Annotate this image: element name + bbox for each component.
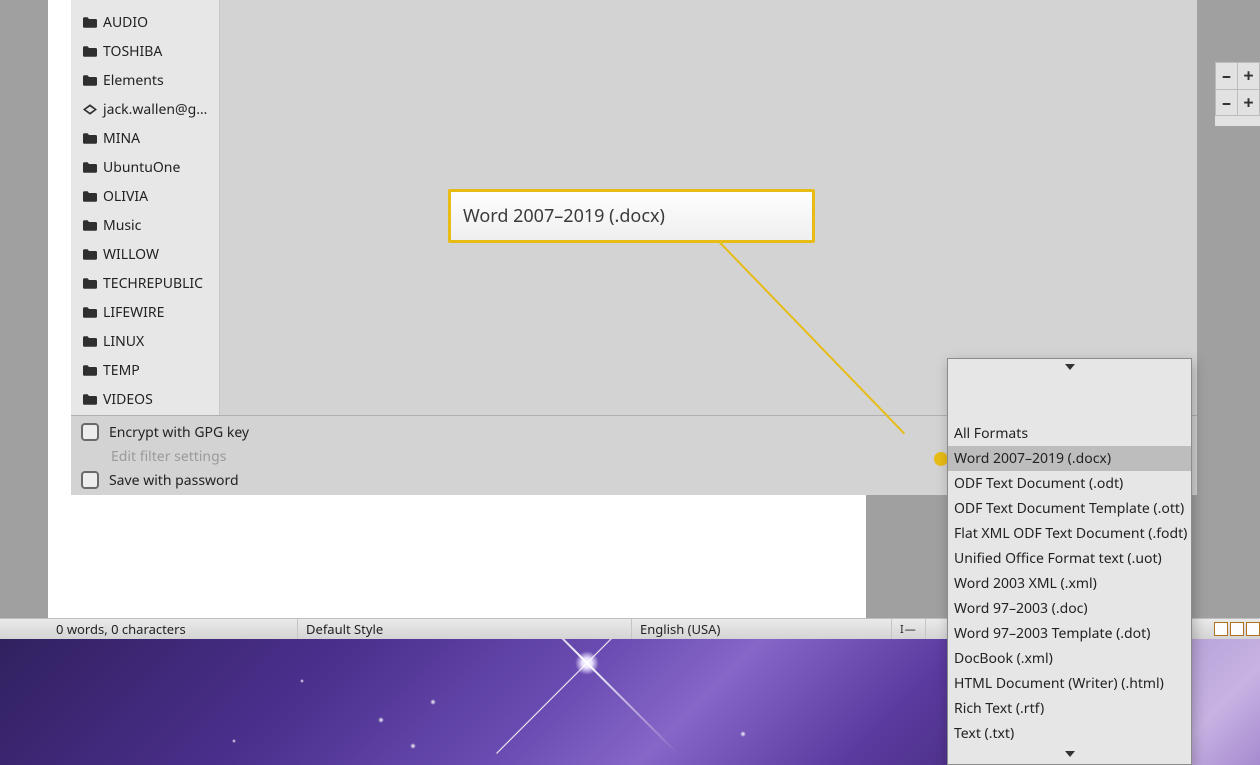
sidebar-item[interactable]: Music — [71, 211, 219, 240]
sidebar-item-label: TECHREPUBLIC — [103, 274, 203, 293]
format-option[interactable]: Word 97–2003 Template (.dot) — [948, 621, 1191, 646]
save-with-password-label: Save with password — [109, 471, 239, 490]
sidebar-item-label: LINUX — [103, 332, 144, 351]
folder-icon — [83, 336, 97, 347]
sidebar-item-label: Music — [103, 216, 141, 235]
zoom-in-button[interactable]: + — [1237, 63, 1259, 89]
sidebar-item[interactable]: TEMP — [71, 356, 219, 385]
sidebar-item[interactable]: jack.wallen@g… — [71, 95, 219, 124]
view-book-icon[interactable] — [1246, 622, 1260, 636]
callout-connector-dot — [934, 452, 948, 466]
file-format-dropdown[interactable]: All FormatsWord 2007–2019 (.docx)ODF Tex… — [947, 358, 1192, 765]
checkbox-icon — [81, 471, 99, 489]
sidebar-item-label: LIFEWIRE — [103, 303, 164, 322]
desktop-wallpaper-right — [1191, 639, 1260, 765]
sidebar-item-label: TEMP — [103, 361, 140, 380]
folder-icon — [83, 133, 97, 144]
format-option[interactable]: Rich Text (.rtf) — [948, 696, 1191, 721]
sidebar-item-label: MINA — [103, 129, 140, 148]
sidebar-item[interactable]: AUDIO — [71, 8, 219, 37]
sidebar-item-label: UbuntuOne — [103, 158, 180, 177]
places-sidebar[interactable]: AUDIO TOSHIBA Elements jack.wallen@g… MINA Ub… — [71, 0, 220, 415]
view-single-page-icon[interactable] — [1214, 622, 1228, 636]
sidebar-item-label: TOSHIBA — [103, 42, 162, 61]
sidebar-item[interactable]: LINUX — [71, 327, 219, 356]
status-insert-mode[interactable]: I— — [892, 619, 926, 639]
status-language[interactable]: English (USA) — [632, 619, 892, 639]
format-option[interactable]: Word 2007–2019 (.docx) — [948, 446, 1191, 471]
folder-icon — [83, 75, 97, 86]
encrypt-gpg-label: Encrypt with GPG key — [109, 423, 249, 442]
zoom-controls-panel: – + – + — [1215, 62, 1260, 126]
scroll-down-indicator[interactable] — [948, 746, 1191, 762]
format-option[interactable]: All Formats — [948, 421, 1191, 446]
status-view-switch — [1210, 619, 1260, 639]
sidebar-item[interactable]: OLIVIA — [71, 182, 219, 211]
format-option[interactable]: Text (.txt) — [948, 721, 1191, 746]
zoom-out-button-2[interactable]: – — [1216, 90, 1237, 115]
sidebar-item-label: OLIVIA — [103, 187, 148, 206]
folder-icon — [83, 307, 97, 318]
view-multi-page-icon[interactable] — [1230, 622, 1244, 636]
callout-text: Word 2007–2019 (.docx) — [463, 204, 665, 228]
format-option[interactable]: ODF Text Document Template (.ott) — [948, 496, 1191, 521]
folder-icon — [83, 17, 97, 28]
format-option[interactable]: ODF Text Document (.odt) — [948, 471, 1191, 496]
dropdown-blank-entry[interactable] — [948, 375, 1191, 421]
drive-icon — [83, 104, 97, 115]
status-paragraph-style[interactable]: Default Style — [298, 619, 632, 639]
format-option[interactable]: Flat XML ODF Text Document (.fodt) — [948, 521, 1191, 546]
folder-icon — [83, 46, 97, 57]
folder-icon — [83, 191, 97, 202]
format-option[interactable]: DocBook (.xml) — [948, 646, 1191, 671]
highlighted-format-callout: Word 2007–2019 (.docx) — [448, 189, 815, 243]
folder-icon — [83, 365, 97, 376]
chevron-down-icon — [1065, 364, 1075, 370]
folder-icon — [83, 278, 97, 289]
sidebar-item-label: Elements — [103, 71, 164, 90]
folder-icon — [83, 249, 97, 260]
chevron-down-icon — [1065, 751, 1075, 757]
sidebar-item-label: AUDIO — [103, 13, 148, 32]
sidebar-item[interactable]: TECHREPUBLIC — [71, 269, 219, 298]
zoom-in-button-2[interactable]: + — [1237, 90, 1259, 115]
sidebar-item-label: jack.wallen@g… — [103, 100, 207, 119]
folder-icon — [83, 394, 97, 405]
checkbox-icon — [81, 423, 99, 441]
zoom-out-button[interactable]: – — [1216, 63, 1237, 89]
sidebar-item-label: VIDEOS — [103, 390, 153, 409]
format-option[interactable]: Word 97–2003 (.doc) — [948, 596, 1191, 621]
folder-icon — [83, 162, 97, 173]
format-option[interactable]: Word 2003 XML (.xml) — [948, 571, 1191, 596]
sidebar-item[interactable]: VIDEOS — [71, 385, 219, 414]
sidebar-item[interactable]: Elements — [71, 66, 219, 95]
sidebar-item[interactable]: MINA — [71, 124, 219, 153]
folder-icon — [83, 220, 97, 231]
edit-filter-settings-label: Edit filter settings — [111, 447, 226, 466]
sidebar-item-label: WILLOW — [103, 245, 159, 264]
sidebar-item[interactable]: TOSHIBA — [71, 37, 219, 66]
status-wordcount[interactable]: 0 words, 0 characters — [0, 619, 298, 639]
sidebar-item[interactable]: UbuntuOne — [71, 153, 219, 182]
format-option[interactable]: HTML Document (Writer) (.html) — [948, 671, 1191, 696]
scroll-up-indicator[interactable] — [948, 359, 1191, 375]
sidebar-item[interactable]: LIFEWIRE — [71, 298, 219, 327]
sidebar-item[interactable]: WILLOW — [71, 240, 219, 269]
format-option[interactable]: Unified Office Format text (.uot) — [948, 546, 1191, 571]
